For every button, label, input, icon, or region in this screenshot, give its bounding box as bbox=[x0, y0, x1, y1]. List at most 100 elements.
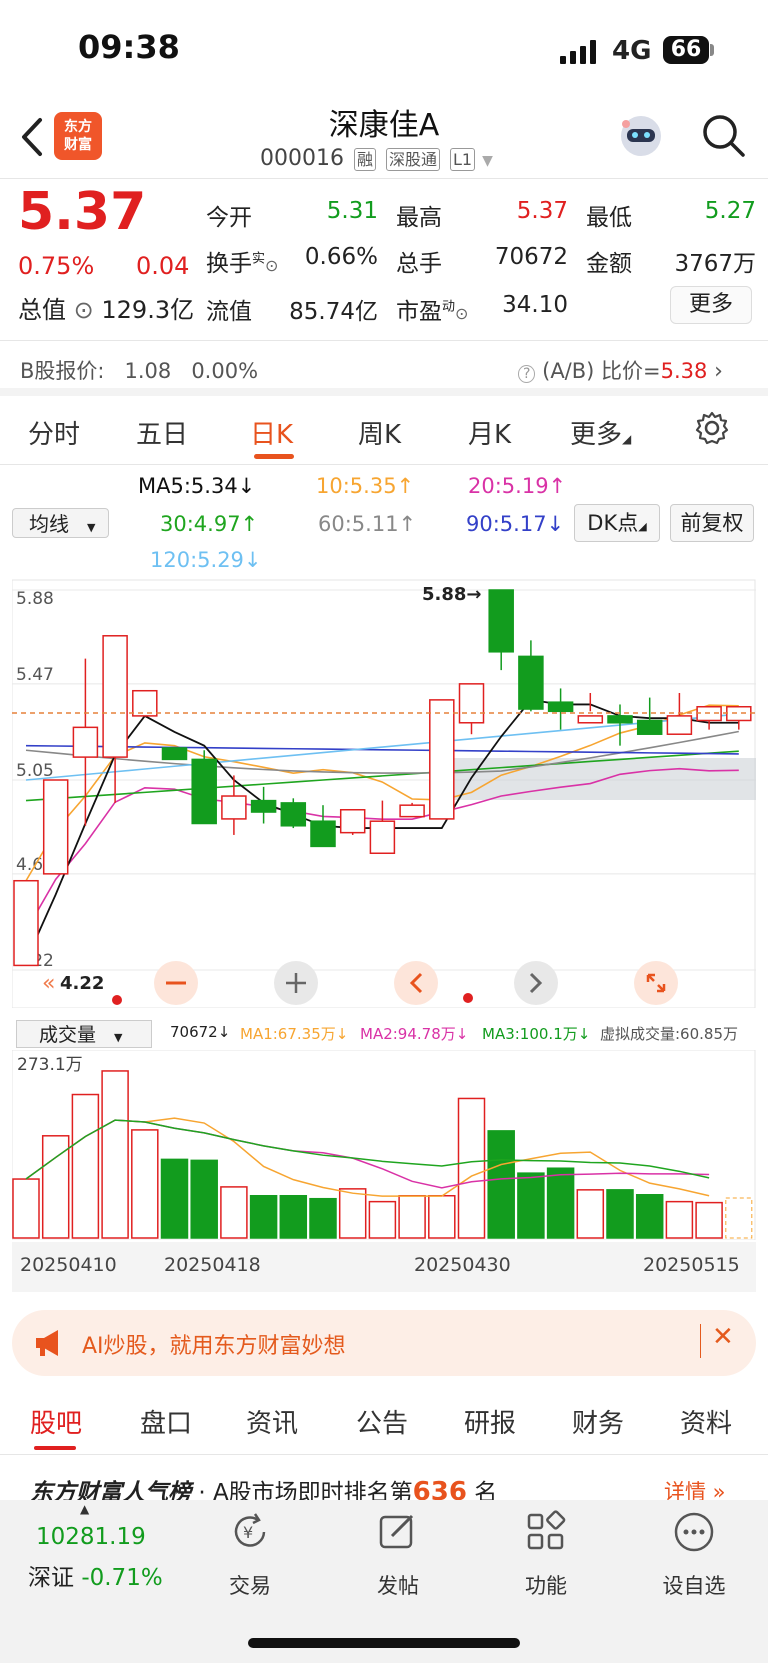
tag-connect: 深股通 bbox=[386, 148, 441, 171]
help-icon[interactable]: ? bbox=[518, 365, 536, 383]
info-icon[interactable]: ⊙ bbox=[265, 256, 278, 275]
tab-intraday[interactable]: 分时 bbox=[28, 414, 80, 451]
turnover-text: 换手 bbox=[206, 251, 252, 277]
candle-body bbox=[577, 715, 604, 724]
candle-body bbox=[399, 804, 425, 818]
volume-bar bbox=[101, 1070, 129, 1239]
vol-ma2: MA2:94.78万↓ bbox=[360, 1025, 469, 1043]
nav-functions-label[interactable]: 功能 bbox=[501, 1570, 591, 1600]
candle-body bbox=[72, 726, 99, 758]
status-bar: 09:38 4G 66 bbox=[0, 0, 768, 100]
nav-watchlist-label[interactable]: 设自选 bbox=[649, 1570, 739, 1600]
svg-text:«: « bbox=[42, 971, 55, 996]
divider bbox=[0, 1454, 768, 1455]
current-price: 5.37 bbox=[18, 182, 147, 242]
tab-weekly-k[interactable]: 周K bbox=[358, 414, 401, 451]
adjust-button[interactable]: 前复权 bbox=[670, 504, 754, 542]
tab-monthly-k[interactable]: 月K bbox=[468, 414, 511, 451]
close-icon[interactable]: ✕ bbox=[712, 1322, 734, 1352]
candle-body bbox=[607, 715, 633, 724]
vol-ma1: MA1:67.35万↓ bbox=[240, 1025, 349, 1043]
price-tick-label: 5.47 bbox=[16, 665, 54, 685]
candle-body bbox=[310, 820, 336, 848]
index-pct: -0.71% bbox=[81, 1565, 163, 1591]
trade-icon[interactable]: ¥ bbox=[228, 1510, 272, 1554]
high-label: 最高 bbox=[396, 205, 442, 231]
dk-point-button[interactable]: DK点◢ bbox=[574, 504, 660, 542]
scroll-left-button[interactable] bbox=[394, 961, 438, 1005]
virtual-volume-bar bbox=[725, 1197, 753, 1239]
divider bbox=[0, 464, 768, 465]
volume-bar bbox=[398, 1194, 426, 1239]
zoom-in-button[interactable] bbox=[274, 961, 318, 1005]
tab-5day[interactable]: 五日 bbox=[136, 414, 188, 451]
nav-trade-label[interactable]: 交易 bbox=[205, 1570, 295, 1600]
zoom-out-button[interactable] bbox=[154, 961, 198, 1005]
volume-bar bbox=[249, 1194, 278, 1239]
divider bbox=[0, 340, 768, 341]
tab-finance[interactable]: 财务 bbox=[572, 1403, 624, 1440]
banner-divider bbox=[700, 1324, 701, 1358]
fullscreen-button[interactable] bbox=[634, 961, 678, 1005]
tab-announcements[interactable]: 公告 bbox=[356, 1403, 408, 1440]
candle-body bbox=[13, 879, 39, 967]
tab-research[interactable]: 研报 bbox=[464, 1403, 516, 1440]
tab-more[interactable]: 更多◢ bbox=[570, 414, 631, 451]
more-button[interactable]: 更多 bbox=[670, 286, 752, 324]
ab-label: (A/B) 比价= bbox=[542, 359, 661, 383]
tab-guba[interactable]: 股吧 bbox=[30, 1403, 82, 1440]
scroll-first-icon[interactable]: « bbox=[42, 971, 55, 996]
search-icon[interactable] bbox=[700, 112, 746, 158]
amount-value: 3767万 bbox=[674, 251, 756, 277]
more-dots-icon[interactable] bbox=[672, 1510, 716, 1554]
ma120-value: 120:5.29↓ bbox=[150, 548, 262, 572]
high-value: 5.37 bbox=[516, 198, 568, 224]
ai-assistant-icon[interactable] bbox=[616, 112, 666, 160]
stock-code-row: 000016 融 深股通 L1 ▼ bbox=[260, 146, 493, 171]
volume-bar bbox=[606, 1189, 634, 1239]
tab-news[interactable]: 资讯 bbox=[246, 1403, 298, 1440]
ma-select-label: 均线 bbox=[29, 512, 69, 536]
low-value: 5.27 bbox=[704, 198, 756, 224]
info-icon[interactable]: ⊙ bbox=[455, 304, 468, 323]
max-price-label: 5.88→ bbox=[422, 584, 482, 605]
tab-daily-k[interactable]: 日K bbox=[250, 414, 293, 451]
volume-bar bbox=[131, 1129, 159, 1239]
float-value: 85.74亿 bbox=[289, 299, 378, 325]
date-label: 20250410 bbox=[20, 1254, 117, 1276]
settings-gear-icon[interactable] bbox=[694, 410, 730, 446]
candle-body bbox=[547, 701, 574, 713]
ma30-value: 30:4.97↑ bbox=[160, 512, 259, 536]
change-percent: 0.75% bbox=[18, 252, 95, 280]
scroll-right-button[interactable] bbox=[514, 961, 558, 1005]
turnover-label: 换手实⊙ bbox=[206, 244, 278, 278]
volume-chart[interactable]: 273.1万 bbox=[12, 1050, 756, 1240]
chevron-right-icon[interactable]: › bbox=[714, 359, 723, 384]
megaphone-icon bbox=[36, 1330, 58, 1356]
kline-chart[interactable]: 5.885.475.054.644.22 5.88→ 4.22 « bbox=[12, 578, 756, 1008]
post-icon[interactable] bbox=[376, 1510, 420, 1554]
price-tick-label: 5.88 bbox=[16, 589, 54, 609]
functions-icon[interactable] bbox=[524, 1510, 568, 1554]
tag-margin: 融 bbox=[353, 148, 376, 171]
volume-bar bbox=[428, 1194, 456, 1239]
stock-code: 000016 bbox=[260, 146, 344, 171]
candle-body bbox=[221, 795, 247, 820]
dropdown-icon[interactable]: ▼ bbox=[482, 153, 493, 169]
volume-max-label: 273.1万 bbox=[17, 1055, 83, 1075]
candle-body bbox=[102, 635, 128, 758]
candle-body bbox=[191, 758, 217, 825]
nav-post-label[interactable]: 发帖 bbox=[353, 1570, 443, 1600]
index-row[interactable]: 深证 -0.71% bbox=[28, 1558, 163, 1592]
volume-select[interactable]: 成交量 ▼ bbox=[16, 1020, 152, 1048]
turnover-value: 0.66% bbox=[304, 244, 378, 270]
tab-pankou[interactable]: 盘口 bbox=[140, 1403, 192, 1440]
ma-select[interactable]: 均线 ▼ bbox=[12, 508, 109, 538]
ab-ratio[interactable]: ? (A/B) 比价=5.38 › bbox=[518, 355, 723, 385]
dk-zone bbox=[437, 758, 756, 800]
low-label: 最低 bbox=[586, 205, 632, 231]
date-label: 20250418 bbox=[164, 1254, 261, 1276]
tab-profile[interactable]: 资料 bbox=[680, 1403, 732, 1440]
turnover-sup: 实 bbox=[252, 251, 266, 267]
info-icon[interactable]: ⊙ bbox=[74, 296, 94, 324]
